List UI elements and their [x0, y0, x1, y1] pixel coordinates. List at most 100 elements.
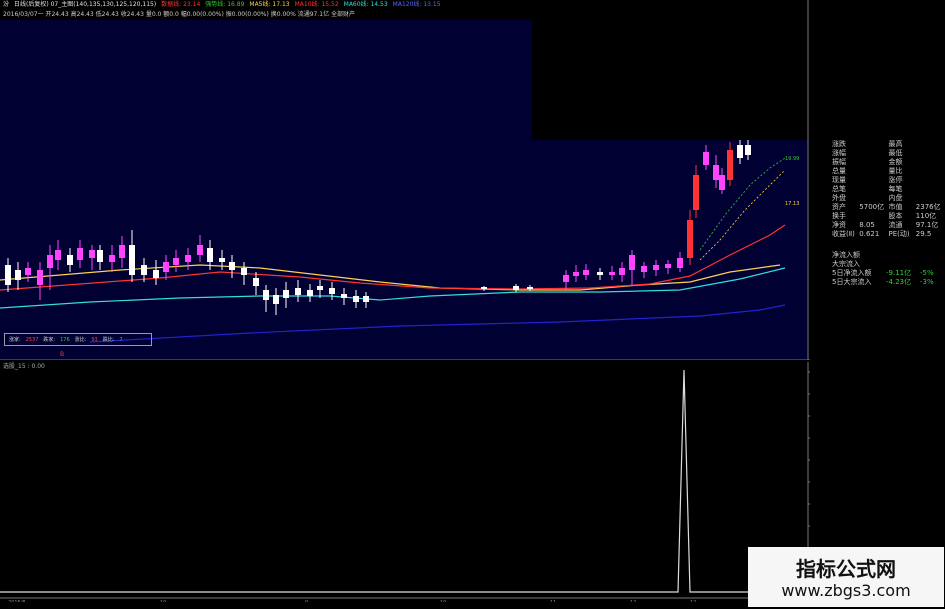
candle-body	[307, 290, 313, 296]
candle-body	[317, 286, 323, 290]
main-kline-chart[interactable]: 18.9917.1314.5012.8019.9917.13B	[0, 0, 810, 360]
candle-body	[185, 255, 191, 262]
watermark-title: 指标公式网	[796, 557, 896, 581]
date-tick: 11	[550, 600, 556, 602]
candle-body	[363, 296, 369, 302]
info-label: 市值	[888, 203, 903, 211]
info-value	[916, 176, 945, 185]
candle-body	[295, 288, 301, 295]
info-value: 97.1亿	[915, 221, 939, 229]
header-item-0: 汾	[3, 1, 10, 8]
candle-body	[703, 152, 709, 165]
quote-info-panel: 涨跌 最高 涨幅 最低 振幅 金额 总量 量比 现量 涨停 总笔 每笔 外盘 内盘 资产 5700亿 市值 237…	[832, 140, 945, 330]
candle-body	[641, 266, 647, 272]
chart-header: 汾日线(后复权) 07_主图(140,135,130,125,120,115) 数…	[0, 0, 810, 20]
info-row: 换手 股本 110亿	[832, 212, 945, 221]
info-value	[916, 185, 945, 194]
legend-label-2: 涨比:	[74, 337, 87, 343]
info-row: 总笔 每笔	[832, 185, 945, 194]
candle-body	[15, 270, 21, 280]
candle-body	[163, 262, 169, 272]
info-value	[859, 185, 888, 194]
info-value	[859, 212, 888, 221]
candle-body	[253, 278, 259, 286]
candle-body	[89, 250, 95, 258]
info-row: 总量 量比	[832, 167, 945, 176]
stock-chart-app: 18.9917.1314.5012.8019.9917.13B 汾日线(后复权)…	[0, 0, 945, 609]
info-label: 外盘	[832, 194, 846, 202]
info-label: 最低	[888, 149, 903, 157]
info-value	[916, 167, 945, 176]
info-row: 资产 5700亿 市值 2376亿	[832, 203, 945, 212]
info-label: 涨幅	[832, 149, 846, 157]
info-label: 振幅	[832, 158, 846, 166]
info-value	[859, 140, 888, 149]
flow-label: 5日大宗流入	[832, 278, 872, 286]
info-label: 量比	[888, 167, 903, 175]
candle-body	[273, 295, 279, 304]
panel-gap	[832, 239, 945, 251]
candle-body	[629, 255, 635, 270]
sub-indicator-svg[interactable]: 1.000.900.800.700.600.500.400.300.200.10…	[0, 362, 810, 602]
header-item-7: MA120线: 13.15	[392, 1, 441, 8]
info-label: 最高	[888, 140, 903, 148]
candle-body	[153, 270, 159, 278]
flow-label: 大宗流入	[832, 260, 860, 268]
date-tick: 2015/8	[8, 600, 26, 602]
flow-row: 5日大宗流入 -4.23亿 -3%	[832, 278, 945, 287]
candle-body	[37, 270, 43, 285]
candle-body	[727, 150, 733, 180]
info-value	[859, 167, 888, 176]
header-item-4: MA5线: 17.13	[249, 1, 290, 8]
candle-body	[353, 296, 359, 302]
candle-body	[719, 175, 725, 190]
info-value: 29.5	[915, 230, 932, 238]
flow-row: 5日净流入额 -9.11亿 -5%	[832, 269, 945, 278]
header-item-2: 数据线: 23.14	[161, 1, 201, 8]
info-label: 金额	[888, 158, 903, 166]
info-value: 0.621	[859, 230, 880, 238]
info-value	[916, 140, 945, 149]
info-label: 股本	[888, 212, 903, 220]
quote-line: 2016/03/07一 开24.43 高24.43 低24.43 收24.43 …	[0, 10, 810, 20]
info-label: 涨跌	[832, 140, 846, 148]
header-item-3: 强势线: 16.89	[205, 1, 245, 8]
candle-body	[513, 286, 519, 290]
candle-body	[283, 290, 289, 298]
candle-body	[109, 255, 115, 262]
legend-value-0: 2537	[25, 337, 39, 343]
candle-body	[619, 268, 625, 275]
candle-body	[77, 248, 83, 260]
date-tick: 10	[160, 600, 166, 602]
info-label: PE(动)	[888, 230, 910, 238]
info-value	[916, 194, 945, 203]
info-value	[859, 194, 888, 203]
flow-value	[886, 251, 920, 260]
candle-body	[665, 264, 671, 268]
legend-label-0: 涨家:	[9, 337, 21, 343]
kline-svg[interactable]: 18.9917.1314.5012.8019.9917.13B	[0, 0, 810, 360]
candle-body	[241, 268, 247, 275]
candle-body	[25, 268, 31, 275]
info-row: 振幅 金额	[832, 158, 945, 167]
candle-body	[229, 262, 235, 270]
flow-label: 5日净流入额	[832, 269, 872, 277]
flow-row: 大宗流入	[832, 260, 945, 269]
candle-body	[119, 245, 125, 258]
header-item-5: MA10线: 15.52	[294, 1, 339, 8]
legend-value-2: 93	[91, 337, 98, 343]
flow-label: 净流入额	[832, 251, 860, 259]
info-label: 内盘	[888, 194, 903, 202]
flow-pct: -5%	[920, 269, 934, 277]
info-label: 总量	[832, 167, 846, 175]
info-label: 总笔	[832, 185, 846, 193]
candle-body	[197, 245, 203, 255]
info-value	[916, 158, 945, 167]
ma-label-17-13: 17.13	[785, 201, 799, 207]
indicator-line: 汾日线(后复权) 07_主图(140,135,130,125,120,115) 数…	[0, 0, 810, 10]
candle-body	[173, 258, 179, 265]
candle-body	[97, 250, 103, 262]
candle-body	[527, 287, 533, 289]
sub-indicator-chart[interactable]: 1.000.900.800.700.600.500.400.300.200.10…	[0, 362, 810, 602]
site-watermark: 指标公式网 www.zbgs3.com	[748, 547, 944, 607]
